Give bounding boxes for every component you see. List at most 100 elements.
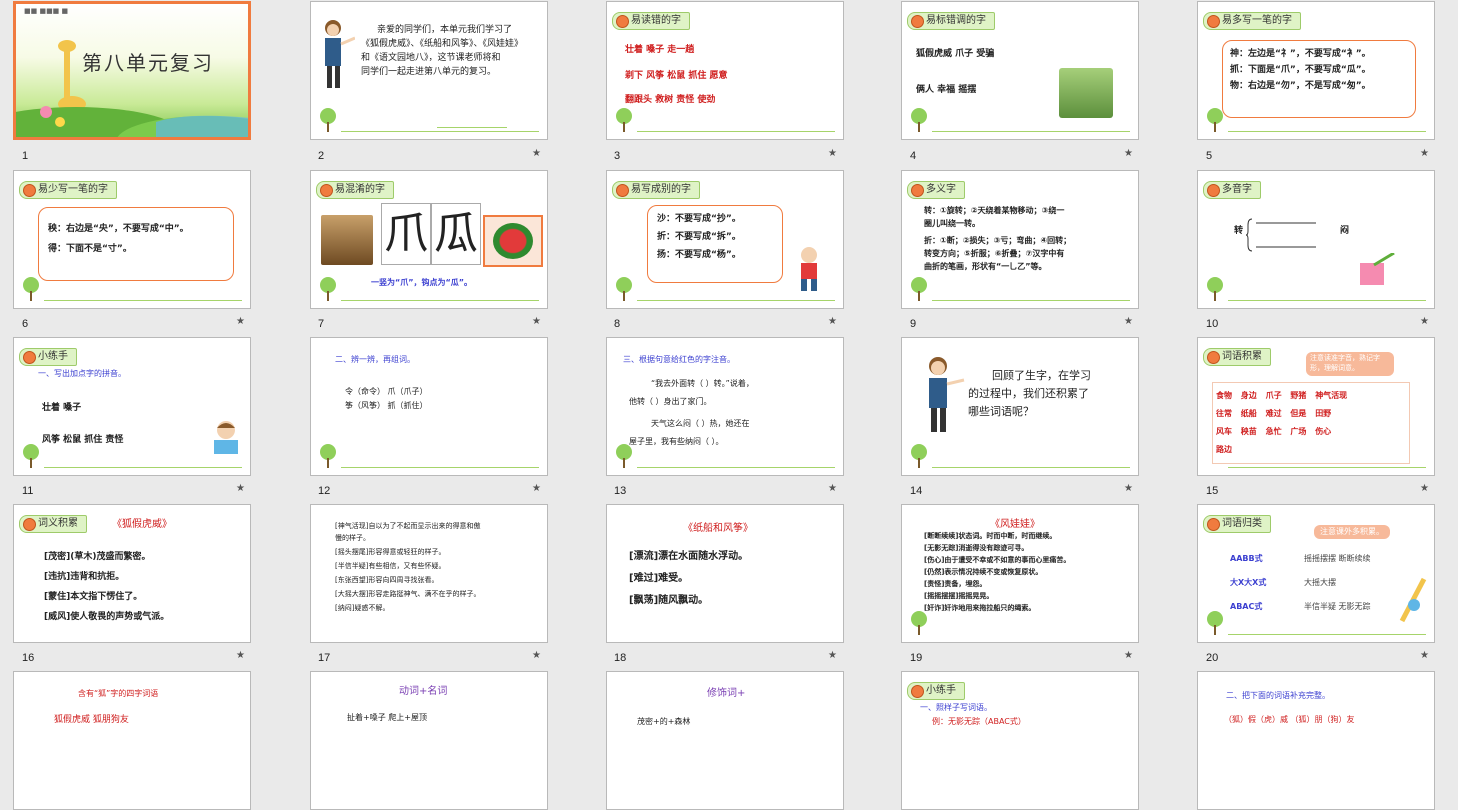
slide-thumb-21[interactable]: 含有“狐”字的四字词语 狐假虎威 狐朋狗友 <box>13 671 251 810</box>
line-1: 狐假虎威 狐朋狗友 <box>54 715 129 725</box>
star-icon[interactable]: ★ <box>1420 316 1429 327</box>
line-1: 二、把下面的词语补充完整。 <box>1226 691 1330 700</box>
slide-thumb-6[interactable]: 易少写一笔的字 秧：右边是“央”，不要写成“中”。 得：下面不是“寸”。 <box>13 170 251 309</box>
slide-thumb-1[interactable]: ■■ ■■■ ■ 第八单元复习 <box>13 1 251 140</box>
slide-thumb-11[interactable]: 小练手 一、写出加点字的拼音。 壮着 嗓子 风筝 松鼠 抓住 责怪 <box>13 337 251 476</box>
star-icon[interactable]: ★ <box>236 316 245 327</box>
tree-icon <box>911 611 927 635</box>
star-icon[interactable]: ★ <box>828 650 837 661</box>
star-icon[interactable]: ★ <box>1420 650 1429 661</box>
intro-line-1: 亲爱的同学们，本单元我们学习了 <box>377 25 513 35</box>
fox-tiger-image <box>1059 68 1113 118</box>
tree-icon <box>320 444 336 468</box>
row-1-label: AABB式 <box>1230 554 1263 563</box>
slide-thumb-18[interactable]: 《纸船和风筝》 [漂流]漂在水面随水浮动。 [难过]难受。 [飘荡]随风飘动。 <box>606 504 844 643</box>
tree-icon <box>911 444 927 468</box>
tree-icon <box>616 277 632 301</box>
line-2: 慢的样子。 <box>335 534 370 542</box>
slide-thumb-19[interactable]: 《风娃娃》 [断断续续]状态词。时而中断，时而继续。 [无影无踪]消逝得没有踪迹… <box>901 504 1139 643</box>
star-icon[interactable]: ★ <box>1420 148 1429 159</box>
slide-thumb-14[interactable]: 回顾了生字，在学习 的过程中，我们还积累了 哪些词语呢？ <box>901 337 1139 476</box>
section-tag: 易读错的字 <box>612 12 690 30</box>
star-icon[interactable]: ★ <box>1124 148 1133 159</box>
slide-thumb-12[interactable]: 二、辨一辨，再组词。 令（命令） 爪（爪子） 筝（风筝） 抓（抓住） <box>310 337 548 476</box>
line-3: 扬：不要写成“杨”。 <box>657 250 741 260</box>
story-title: 《狐假虎威》 <box>112 519 172 530</box>
slide-thumb-24[interactable]: 小练手 一、照样子写词语。 例：无影无踪（ABAC式） <box>901 671 1139 810</box>
line-2: 的过程中，我们还积累了 <box>968 387 1089 400</box>
slide-thumb-25[interactable]: 二、把下面的词语补充完整。 （狐）假（虎）威 （狐）朋（狗）友 <box>1197 671 1435 810</box>
line-5: [东张西望]形容向四周寻找张看。 <box>335 576 439 584</box>
star-icon[interactable]: ★ <box>1124 650 1133 661</box>
section-tag: 易写成别的字 <box>612 181 700 199</box>
slide-number: 17 <box>318 652 331 664</box>
star-icon[interactable]: ★ <box>532 483 541 494</box>
star-icon[interactable]: ★ <box>532 148 541 159</box>
slide-thumb-22[interactable]: 动词+名词 扯着+嗓子 爬上+屋顶 <box>310 671 548 810</box>
line-2: 壮着 嗓子 <box>42 403 82 413</box>
star-icon[interactable]: ★ <box>532 316 541 327</box>
slide-number: 11 <box>22 485 34 497</box>
slide-thumb-3[interactable]: 易读错的字 壮着 嗓子 走一趟 剃下 风筝 松鼠 抓住 愿意 翻跟头 救树 责怪… <box>606 1 844 140</box>
line-2: “我去外面转（ ）转。”说着， <box>651 379 754 388</box>
slide-thumb-4[interactable]: 易标错调的字 狐假虎威 爪子 受骗 俩人 幸福 摇摆 <box>901 1 1139 140</box>
slide-thumb-5[interactable]: 易多写一笔的字 神：左边是“礻”，不要写成“衤”。 抓：下面是“爪”，不要写成“… <box>1197 1 1435 140</box>
line-1: 神：左边是“礻”，不要写成“衤”。 <box>1230 49 1371 59</box>
slide-thumb-2[interactable]: 亲爱的同学们，本单元我们学习了 《狐假虎威》、《纸船和风筝》、《风娃娃》 和《语… <box>310 1 548 140</box>
slide-number: 2 <box>318 150 325 162</box>
slide-number: 10 <box>1206 318 1219 330</box>
star-icon[interactable]: ★ <box>828 316 837 327</box>
slide-title: 第八单元复习 <box>82 51 214 75</box>
words-row-3: 风车 秧苗 急忙 广场 伤心 <box>1216 427 1332 436</box>
landscape-icon <box>16 106 248 137</box>
char-1: 转 <box>1234 226 1244 236</box>
star-icon[interactable]: ★ <box>1420 483 1429 494</box>
char-2: 闷 <box>1340 226 1350 236</box>
line-5: 曲折的笔画，形状有“一乚乙”等。 <box>924 262 1047 271</box>
slide-thumb-9[interactable]: 多义字 转：①旋转；②天绕着某物移动；③绕一 圈儿叫绕一转。 折：①断；②损失；… <box>901 170 1139 309</box>
line-3: [蒙住]本文指下愣住了。 <box>44 592 143 602</box>
section-tag: 小练手 <box>907 682 965 700</box>
star-icon[interactable]: ★ <box>236 483 245 494</box>
section-tag: 词语归类 <box>1203 515 1271 533</box>
brace-icon <box>1246 218 1316 252</box>
line-1: 沙：不要写成“抄”。 <box>657 214 741 224</box>
section-tag: 易混淆的字 <box>316 181 394 199</box>
slide-number: 1 <box>22 150 29 162</box>
line-1: 秧：右边是“央”，不要写成“中”。 <box>48 224 189 234</box>
line-3: [摇头摆尾]形容得意或轻狂的样子。 <box>335 548 446 556</box>
line-2: 令（命令） 爪（爪子） <box>345 387 428 396</box>
slide-thumb-20[interactable]: 词语归类 注意课外多积累。 AABB式 摇摇摆摆 断断续续 大X大X式 大摇大摆… <box>1197 504 1435 643</box>
note-bubble: 注意课外多积累。 <box>1314 525 1390 539</box>
line-4: 转变方向；⑤折服；⑥折叠；⑦汉字中有 <box>924 249 1065 258</box>
line-2: 折：不要写成“拆”。 <box>657 232 741 242</box>
line-3: 筝（风筝） 抓（抓住） <box>345 401 428 410</box>
line-2: 例：无影无踪（ABAC式） <box>932 717 1026 726</box>
slide-thumb-7[interactable]: 易混淆的字 爪 瓜 一竖为“爪”，钩点为“瓜”。 <box>310 170 548 309</box>
pen-cup-icon <box>1360 253 1395 285</box>
star-icon[interactable]: ★ <box>236 650 245 661</box>
slide-thumb-15[interactable]: 词语积累 注意读准字音，熟记字形，理解词意。 食物 身边 爪子 野猪 神气活现 … <box>1197 337 1435 476</box>
watermelon-image <box>483 215 543 267</box>
star-icon[interactable]: ★ <box>828 148 837 159</box>
slide-number: 8 <box>614 318 621 330</box>
row-2-words: 大摇大摆 <box>1304 578 1336 587</box>
line-1: 三、根据句意给红色的字注音。 <box>623 355 735 364</box>
slide-thumb-13[interactable]: 三、根据句意给红色的字注音。 “我去外面转（ ）转。”说着， 他转（ ）身出了家… <box>606 337 844 476</box>
star-icon[interactable]: ★ <box>828 483 837 494</box>
line-7: [纳闷]疑惑不解。 <box>335 604 390 612</box>
section-tag: 小练手 <box>19 348 77 366</box>
slide-thumb-16[interactable]: 词义积累 《狐假虎威》 [茂密](草木)茂盛而繁密。 [违抗]违背和抗拒。 [蒙… <box>13 504 251 643</box>
char-2: 瓜 <box>431 203 481 265</box>
slide-thumb-17[interactable]: [神气活现]自以为了不起而显示出来的得意和傲 慢的样子。 [摇头摆尾]形容得意或… <box>310 504 548 643</box>
section-tag: 词语积累 <box>1203 348 1271 366</box>
star-icon[interactable]: ★ <box>1124 483 1133 494</box>
slide-number: 19 <box>910 652 923 664</box>
star-icon[interactable]: ★ <box>1124 316 1133 327</box>
slide-header: ■■ ■■■ ■ <box>24 7 69 15</box>
slide-thumb-23[interactable]: 修饰词+ 茂密+的+森林 <box>606 671 844 810</box>
slide-thumb-8[interactable]: 易写成别的字 沙：不要写成“抄”。 折：不要写成“拆”。 扬：不要写成“杨”。 <box>606 170 844 309</box>
line-6: [大摇大摆]形容走路挺神气、满不在乎的样子。 <box>335 590 481 598</box>
star-icon[interactable]: ★ <box>532 650 541 661</box>
slide-thumb-10[interactable]: 多音字 转 闷 <box>1197 170 1435 309</box>
